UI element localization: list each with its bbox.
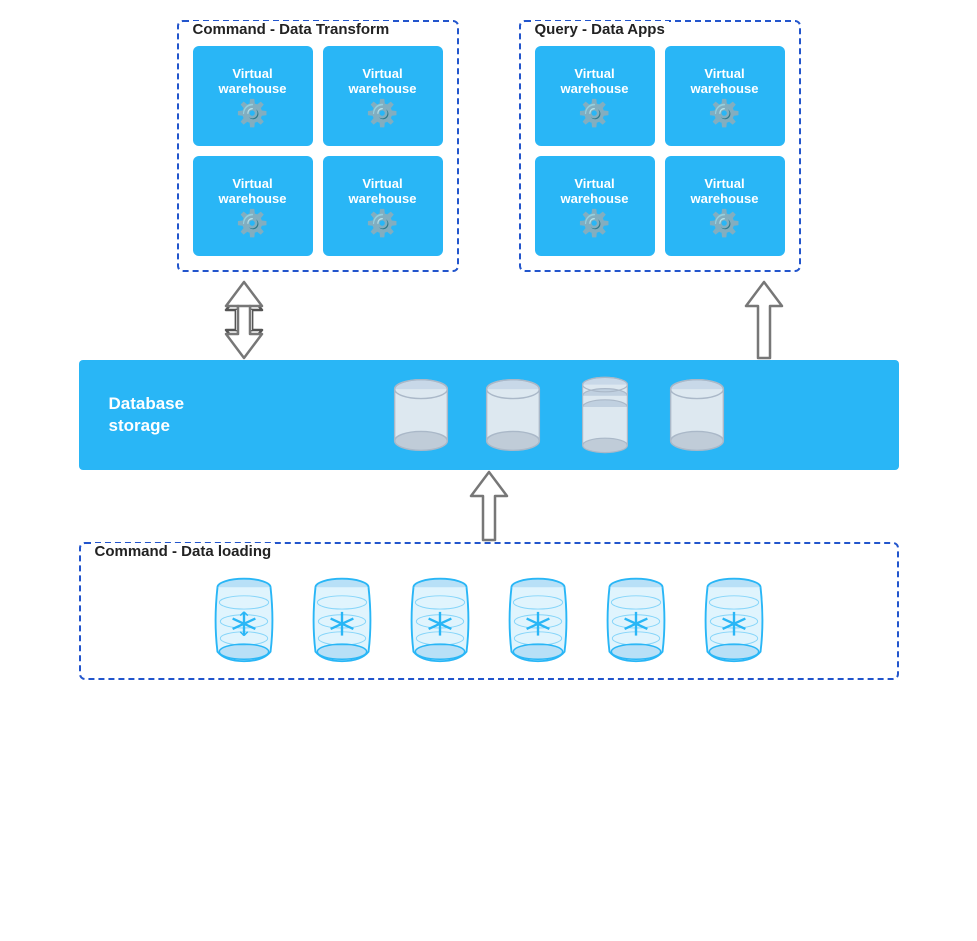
gear-icon: ⚙️ — [236, 210, 268, 236]
warehouse-card: Virtualwarehouse ⚙️ — [665, 46, 785, 146]
cylinder-icon — [478, 375, 548, 455]
warehouse-label: Virtualwarehouse — [691, 66, 759, 96]
gear-icon: ⚙️ — [366, 100, 398, 126]
cylinder-icon — [570, 375, 640, 455]
warehouse-card: Virtualwarehouse ⚙️ — [323, 46, 443, 146]
bidirectional-arrow — [212, 280, 276, 360]
loading-cluster-title: Command - Data loading — [91, 543, 276, 560]
bottom-up-arrow-icon — [457, 470, 521, 542]
warehouse-label: Virtualwarehouse — [219, 176, 287, 206]
warehouse-label: Virtualwarehouse — [219, 66, 287, 96]
loader-icon — [400, 574, 480, 664]
warehouse-label: Virtualwarehouse — [561, 66, 629, 96]
gear-icon: ⚙️ — [578, 210, 610, 236]
warehouse-card: Virtualwarehouse ⚙️ — [193, 156, 313, 256]
warehouse-label: Virtualwarehouse — [691, 176, 759, 206]
cylinder-icon — [386, 375, 456, 455]
right-arrow-container — [704, 280, 824, 360]
gear-icon: ⚙️ — [708, 210, 740, 236]
loader-icon — [204, 574, 284, 664]
gear-icon: ⚙️ — [708, 100, 740, 126]
warehouse-card: Virtualwarehouse ⚙️ — [323, 156, 443, 256]
loader-icon — [694, 574, 774, 664]
right-warehouse-grid: Virtualwarehouse ⚙️ Virtualwarehouse ⚙️ … — [535, 46, 785, 256]
loader-icon — [498, 574, 578, 664]
loader-icon — [596, 574, 676, 664]
top-arrows-row — [79, 280, 899, 360]
left-arrow-container — [184, 280, 304, 360]
loading-icons-row — [101, 574, 877, 664]
bottom-arrow-row — [79, 470, 899, 542]
cylinders-row — [249, 375, 869, 455]
diagram-container: Command - Data Transform Virtualwarehous… — [0, 0, 977, 941]
warehouse-label: Virtualwarehouse — [561, 176, 629, 206]
gear-icon: ⚙️ — [236, 100, 268, 126]
cylinder-icon — [662, 375, 732, 455]
warehouse-label: Virtualwarehouse — [349, 176, 417, 206]
gear-icon: ⚙️ — [578, 100, 610, 126]
up-arrow-icon — [732, 280, 796, 360]
warehouse-label: Virtualwarehouse — [349, 66, 417, 96]
loader-icon — [302, 574, 382, 664]
left-warehouse-grid: Virtualwarehouse ⚙️ Virtualwarehouse ⚙️ … — [193, 46, 443, 256]
warehouse-card: Virtualwarehouse ⚙️ — [535, 46, 655, 146]
storage-bar: Database storage — [79, 360, 899, 470]
left-cluster-title: Command - Data Transform — [189, 21, 394, 38]
loading-cluster: Command - Data loading — [79, 542, 899, 680]
gear-icon: ⚙️ — [366, 210, 398, 236]
warehouse-card: Virtualwarehouse ⚙️ — [193, 46, 313, 146]
warehouse-card: Virtualwarehouse ⚙️ — [535, 156, 655, 256]
top-cluster-row: Command - Data Transform Virtualwarehous… — [20, 20, 957, 272]
left-cluster: Command - Data Transform Virtualwarehous… — [177, 20, 459, 272]
warehouse-card: Virtualwarehouse ⚙️ — [665, 156, 785, 256]
right-cluster-title: Query - Data Apps — [531, 21, 669, 38]
storage-label: Database storage — [109, 393, 249, 437]
right-cluster: Query - Data Apps Virtualwarehouse ⚙️ Vi… — [519, 20, 801, 272]
